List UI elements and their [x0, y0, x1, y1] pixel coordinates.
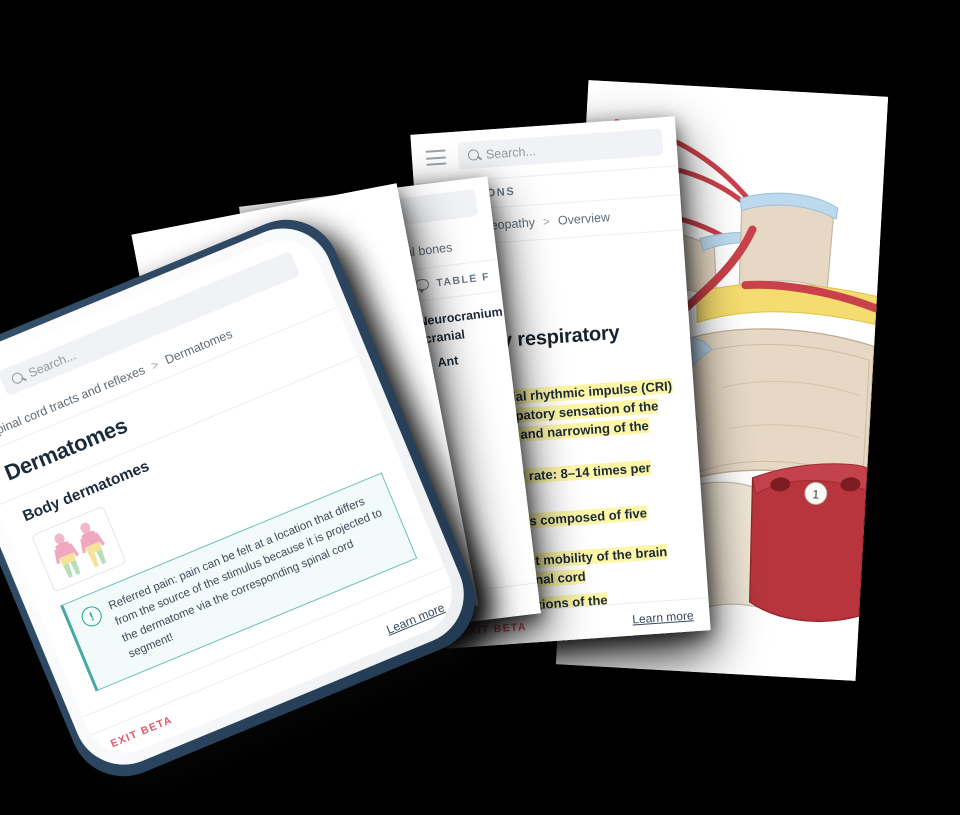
- group-label: Ant: [436, 353, 460, 371]
- bone-group-list: Ant: [423, 348, 509, 372]
- composite-scene: 1 2 Search... OPTIONS Cranial osteopathy…: [0, 0, 960, 815]
- search-icon: [467, 149, 480, 161]
- info-exclamation-icon: !: [78, 603, 105, 630]
- table-feedback-label: TABLE F: [435, 270, 491, 289]
- learn-more-link[interactable]: Learn more: [632, 608, 694, 626]
- breadcrumb-separator: >: [149, 357, 161, 373]
- hamburger-menu-icon[interactable]: [425, 149, 447, 166]
- search-input[interactable]: Search...: [457, 128, 664, 170]
- search-placeholder: Search...: [485, 143, 537, 162]
- table-feedback-button[interactable]: TABLE F: [414, 270, 491, 291]
- table-column-header: Neurocranium (cranial: [417, 304, 504, 347]
- search-icon: [10, 370, 25, 386]
- breadcrumb-current[interactable]: Overview: [557, 210, 610, 228]
- search-placeholder: Search...: [26, 347, 78, 380]
- list-item: Ant: [423, 348, 509, 372]
- svg-text:1: 1: [812, 487, 820, 501]
- breadcrumb-separator: >: [542, 214, 551, 229]
